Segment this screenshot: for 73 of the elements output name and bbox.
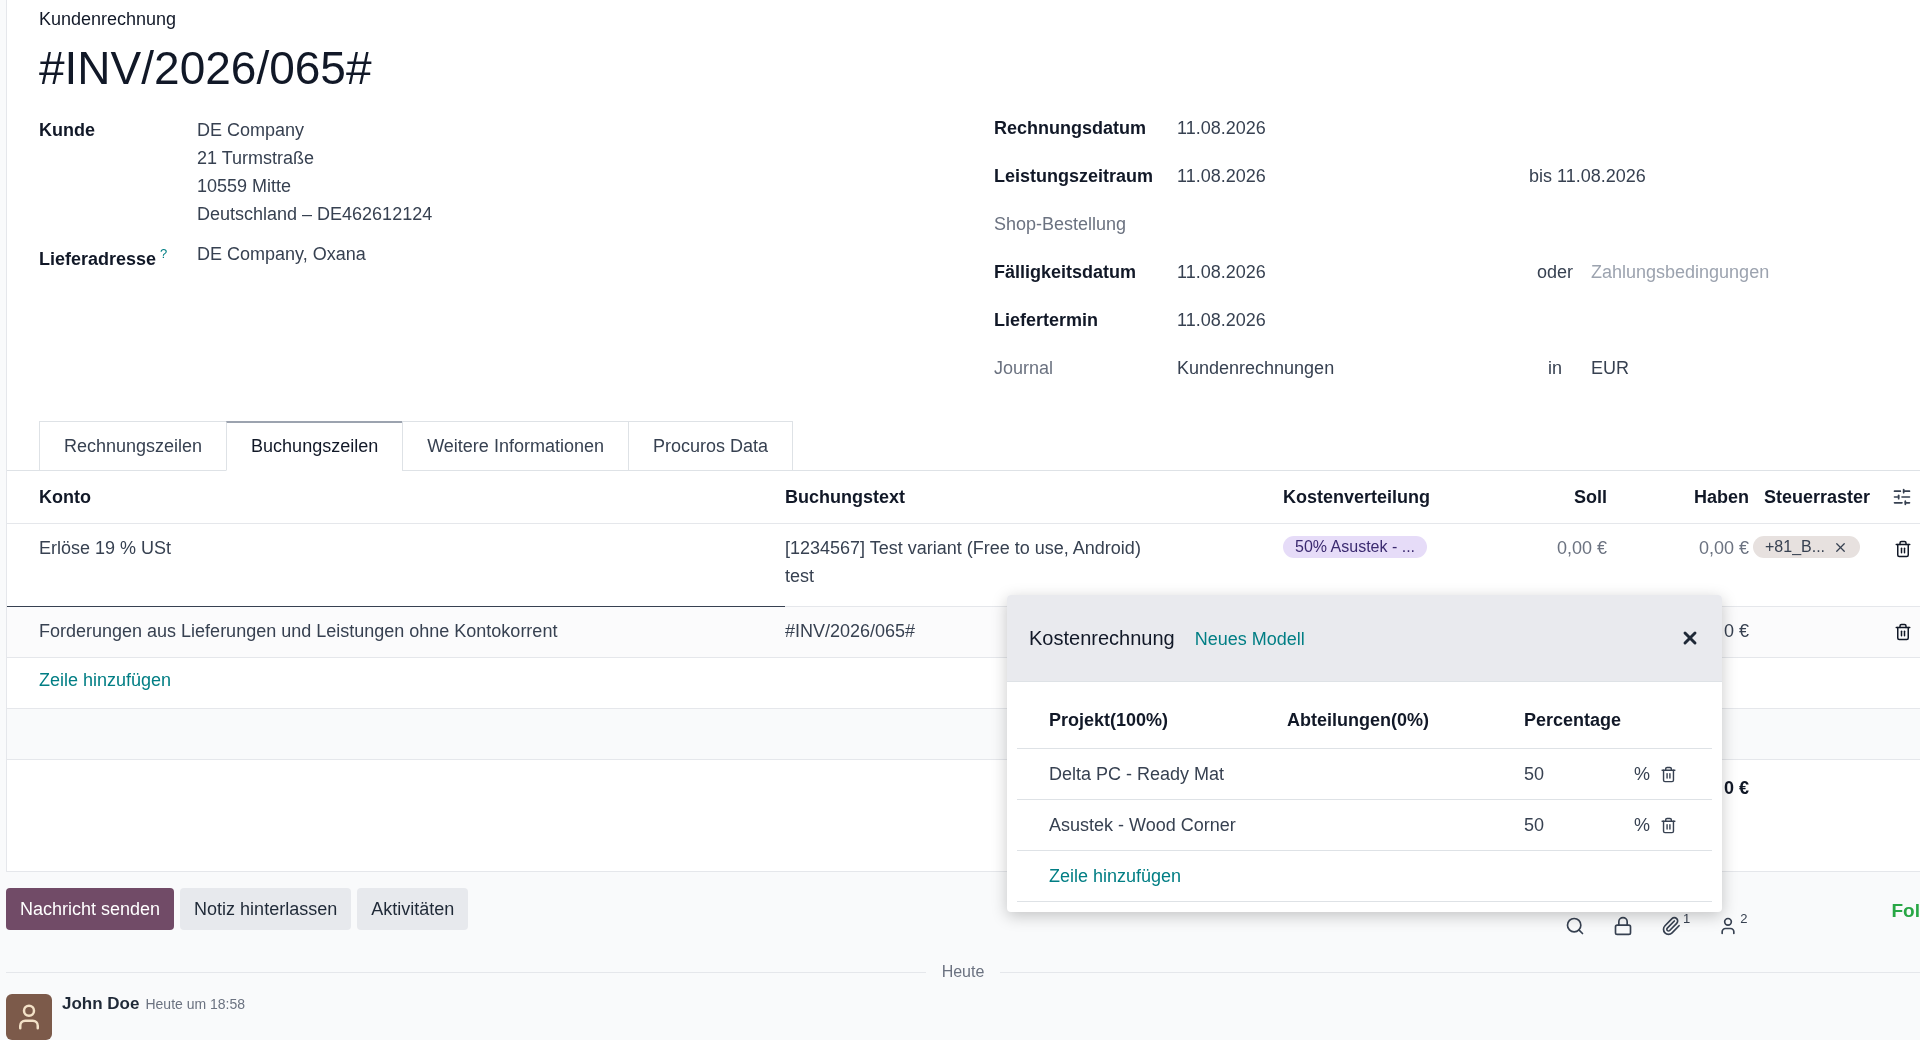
field-value[interactable]: 11.08.2026 — [1177, 162, 1529, 190]
chatter-button[interactable]: Nachricht senden — [6, 888, 175, 931]
tab[interactable]: Weitere Informationen — [402, 421, 629, 471]
settings-icon[interactable] — [1892, 487, 1912, 507]
percent-sign: % — [1634, 814, 1650, 836]
address-line: DE Company, Oxana — [197, 243, 367, 266]
project-name[interactable]: Asustek - Wood Corner — [1049, 814, 1287, 836]
add-line-link[interactable]: Zeile hinzufügen — [1049, 865, 1287, 887]
percentage-value[interactable]: 50 — [1524, 763, 1634, 785]
tax-tag[interactable]: +81_B... — [1753, 536, 1861, 558]
table-cell-text: 0,00 € — [1556, 537, 1608, 560]
project-name[interactable]: Delta PC - Ready Mat — [1049, 763, 1287, 785]
field-label: Lieferadresse $^{?}$ — [39, 245, 169, 271]
address-line: DE Company — [197, 119, 306, 142]
popup-title: Kostenrechnung — [1029, 626, 1175, 650]
delete-icon[interactable] — [1894, 540, 1912, 558]
field-value[interactable]: EUR — [1581, 357, 1920, 379]
percent-sign: % — [1634, 763, 1650, 785]
field-label: Fälligkeitsdatum — [994, 261, 1138, 284]
chatter-button[interactable]: Notiz hinterlassen — [180, 888, 352, 931]
field-label: Liefertermin — [994, 309, 1100, 332]
address-line: 10559 Mitte — [197, 175, 293, 198]
field-label: Journal — [994, 357, 1055, 380]
follower-count: 2 — [1740, 912, 1748, 926]
delete-icon[interactable] — [1660, 765, 1677, 783]
table-cell-text: [1234567] Test variant (Free to use, Android) test — [785, 537, 1142, 588]
field-value[interactable]: 11.08.2026 — [1177, 258, 1529, 286]
column-header[interactable]: Buchungstext — [785, 471, 1283, 508]
field-label: Shop-Bestellung — [994, 213, 1128, 236]
lock-icon[interactable] — [1613, 916, 1634, 937]
column-header: Projekt(100%) — [1049, 709, 1170, 731]
table-cell-text: Forderungen aus Lieferungen und Leistungen ohne Kontokorrent — [38, 620, 559, 643]
field-label: Kunde — [39, 119, 96, 142]
attachment-count: 1 — [1683, 912, 1691, 926]
column-header[interactable]: Kostenverteilung — [1283, 471, 1483, 508]
analytic-tag[interactable]: 50% Asustek - ... — [1283, 536, 1428, 558]
tab[interactable]: Rechnungszeilen — [39, 421, 228, 471]
column-header[interactable]: Konto — [39, 471, 785, 508]
field-label: Leistungszeitraum — [994, 165, 1155, 188]
field-connector: in — [1547, 357, 1563, 379]
avatar — [6, 994, 52, 1040]
chatter-button[interactable]: Aktivitäten — [357, 888, 469, 931]
column-header[interactable]: Steuerraster — [1753, 471, 1881, 508]
field-value[interactable]: 11.08.2026 — [1177, 306, 1529, 334]
date-divider: Heute — [941, 963, 985, 982]
message-time: Heute um 18:58 — [145, 996, 246, 1012]
address-line: Deutschland – DE462612124 — [197, 203, 434, 226]
field-label: Rechnungsdatum — [994, 117, 1147, 140]
tab[interactable]: Buchungszeilen — [226, 421, 404, 471]
field-connector: oder — [1536, 261, 1574, 283]
add-line-link[interactable]: Zeile hinzufügen — [39, 658, 785, 691]
message-author: John Doe — [62, 994, 140, 1013]
record-type: Kundenrechnung — [39, 8, 178, 30]
search-icon[interactable] — [1565, 916, 1586, 937]
total-amount: 0 € — [1723, 777, 1750, 799]
column-header: Abteilungen(0%) — [1287, 709, 1430, 731]
tab[interactable]: Procuros Data — [627, 421, 793, 471]
paperclip-icon[interactable] — [1661, 916, 1682, 937]
table-cell-text: 0 € — [1723, 620, 1750, 643]
field-value[interactable]: bis 11.08.2026 — [1529, 165, 1920, 187]
delete-icon[interactable] — [1894, 623, 1912, 641]
column-header: Percentage — [1524, 709, 1623, 731]
invoice-number: #INV/2026/065# — [39, 41, 373, 96]
table-cell-text: 0,00 € — [1698, 537, 1750, 560]
table-cell-text: #INV/2026/065# — [785, 620, 916, 643]
column-header[interactable]: Haben — [1611, 471, 1753, 508]
new-model-link[interactable]: Neues Modell — [1194, 628, 1305, 650]
delete-icon[interactable] — [1660, 816, 1677, 834]
percentage-value[interactable]: 50 — [1524, 814, 1634, 836]
column-header[interactable]: Soll — [1483, 471, 1611, 508]
address-line: 21 Turmstraße — [197, 147, 316, 170]
field-value[interactable]: Kundenrechnungen — [1177, 354, 1529, 382]
field-value[interactable]: 11.08.2026 — [1177, 114, 1529, 142]
